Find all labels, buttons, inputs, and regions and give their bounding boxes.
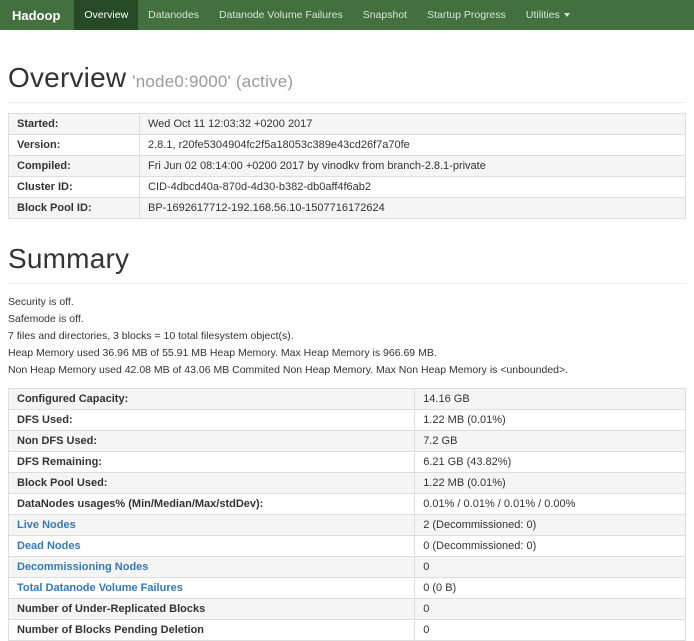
table-row: DFS Remaining: 6.21 GB (43.82%)	[9, 452, 686, 473]
row-label: Live Nodes	[9, 515, 415, 536]
row-label: Total Datanode Volume Failures	[9, 578, 415, 599]
row-value: Wed Oct 11 12:03:32 +0200 2017	[140, 114, 686, 135]
row-value: 14.16 GB	[415, 389, 686, 410]
row-label: Block Pool Used:	[9, 473, 415, 494]
table-row: Live Nodes 2 (Decommissioned: 0)	[9, 515, 686, 536]
row-value: BP-1692617712-192.168.56.10-150771617262…	[140, 198, 686, 219]
hadoop-brand[interactable]: Hadoop	[0, 0, 74, 30]
filesystem-objects-status: 7 files and directories, 3 blocks = 10 t…	[8, 330, 686, 342]
tab-datanodes[interactable]: Datanodes	[138, 0, 209, 30]
main-content: Overview 'node0:9000' (active) Started: W…	[0, 62, 694, 641]
row-value: 0	[415, 557, 686, 578]
row-value: 1.22 MB (0.01%)	[415, 473, 686, 494]
row-value: 0	[415, 620, 686, 641]
summary-status-text: Security is off. Safemode is off. 7 file…	[8, 296, 686, 376]
row-label: Configured Capacity:	[9, 389, 415, 410]
tab-datanode-volume-failures[interactable]: Datanode Volume Failures	[209, 0, 353, 30]
table-row: Number of Blocks Pending Deletion 0	[9, 620, 686, 641]
namenode-subtitle: 'node0:9000' (active)	[132, 72, 293, 91]
row-value: 0 (Decommissioned: 0)	[415, 536, 686, 557]
top-navbar: Hadoop Overview Datanodes Datanode Volum…	[0, 0, 694, 30]
page-title: Overview 'node0:9000' (active)	[8, 62, 686, 94]
row-label: Version:	[9, 135, 140, 156]
table-row: Started: Wed Oct 11 12:03:32 +0200 2017	[9, 114, 686, 135]
table-row: Configured Capacity: 14.16 GB	[9, 389, 686, 410]
security-status: Security is off.	[8, 296, 686, 308]
table-row: Block Pool Used: 1.22 MB (0.01%)	[9, 473, 686, 494]
row-value: Fri Jun 02 08:14:00 +0200 2017 by vinodk…	[140, 156, 686, 177]
row-label: Decommissioning Nodes	[9, 557, 415, 578]
row-value: CID-4dbcd40a-870d-4d30-b382-db0aff4f6ab2	[140, 177, 686, 198]
row-label: Cluster ID:	[9, 177, 140, 198]
tab-overview[interactable]: Overview	[74, 0, 138, 30]
row-value: 6.21 GB (43.82%)	[415, 452, 686, 473]
row-value: 1.22 MB (0.01%)	[415, 410, 686, 431]
table-row: Compiled: Fri Jun 02 08:14:00 +0200 2017…	[9, 156, 686, 177]
row-label: DataNodes usages% (Min/Median/Max/stdDev…	[9, 494, 415, 515]
row-value: 2 (Decommissioned: 0)	[415, 515, 686, 536]
heap-memory-status: Heap Memory used 36.96 MB of 55.91 MB He…	[8, 347, 686, 359]
row-label: Compiled:	[9, 156, 140, 177]
row-label: Non DFS Used:	[9, 431, 415, 452]
table-row: Block Pool ID: BP-1692617712-192.168.56.…	[9, 198, 686, 219]
summary-header: Summary	[8, 243, 686, 284]
row-value: 0 (0 B)	[415, 578, 686, 599]
row-value: 2.8.1, r20fe5304904fc2f5a18053c389e43cd2…	[140, 135, 686, 156]
non-heap-memory-status: Non Heap Memory used 42.08 MB of 43.06 M…	[8, 364, 686, 376]
tab-utilities-dropdown[interactable]: Utilities	[516, 0, 580, 30]
row-label: Number of Under-Replicated Blocks	[9, 599, 415, 620]
caret-down-icon	[564, 13, 570, 17]
total-datanode-volume-failures-link[interactable]: Total Datanode Volume Failures	[17, 582, 183, 594]
row-label: Number of Blocks Pending Deletion	[9, 620, 415, 641]
table-row: DFS Used: 1.22 MB (0.01%)	[9, 410, 686, 431]
table-row: Non DFS Used: 7.2 GB	[9, 431, 686, 452]
overview-title: Overview	[8, 62, 126, 93]
summary-table: Configured Capacity: 14.16 GB DFS Used: …	[8, 388, 686, 641]
cluster-info-table: Started: Wed Oct 11 12:03:32 +0200 2017 …	[8, 113, 686, 219]
row-label: Started:	[9, 114, 140, 135]
table-row: DataNodes usages% (Min/Median/Max/stdDev…	[9, 494, 686, 515]
row-label: Dead Nodes	[9, 536, 415, 557]
row-label: Block Pool ID:	[9, 198, 140, 219]
nav-items: Overview Datanodes Datanode Volume Failu…	[74, 0, 579, 30]
safemode-status: Safemode is off.	[8, 313, 686, 325]
utilities-label: Utilities	[526, 9, 560, 21]
table-row: Total Datanode Volume Failures 0 (0 B)	[9, 578, 686, 599]
decommissioning-nodes-link[interactable]: Decommissioning Nodes	[17, 561, 148, 573]
row-value: 0.01% / 0.01% / 0.01% / 0.00%	[415, 494, 686, 515]
overview-header: Overview 'node0:9000' (active)	[8, 62, 686, 103]
row-value: 7.2 GB	[415, 431, 686, 452]
table-row: Decommissioning Nodes 0	[9, 557, 686, 578]
table-row: Cluster ID: CID-4dbcd40a-870d-4d30-b382-…	[9, 177, 686, 198]
live-nodes-link[interactable]: Live Nodes	[17, 519, 76, 531]
row-label: DFS Used:	[9, 410, 415, 431]
tab-snapshot[interactable]: Snapshot	[353, 0, 417, 30]
row-label: DFS Remaining:	[9, 452, 415, 473]
table-row: Version: 2.8.1, r20fe5304904fc2f5a18053c…	[9, 135, 686, 156]
table-row: Dead Nodes 0 (Decommissioned: 0)	[9, 536, 686, 557]
table-row: Number of Under-Replicated Blocks 0	[9, 599, 686, 620]
summary-title: Summary	[8, 243, 686, 275]
dead-nodes-link[interactable]: Dead Nodes	[17, 540, 81, 552]
tab-startup-progress[interactable]: Startup Progress	[417, 0, 516, 30]
row-value: 0	[415, 599, 686, 620]
